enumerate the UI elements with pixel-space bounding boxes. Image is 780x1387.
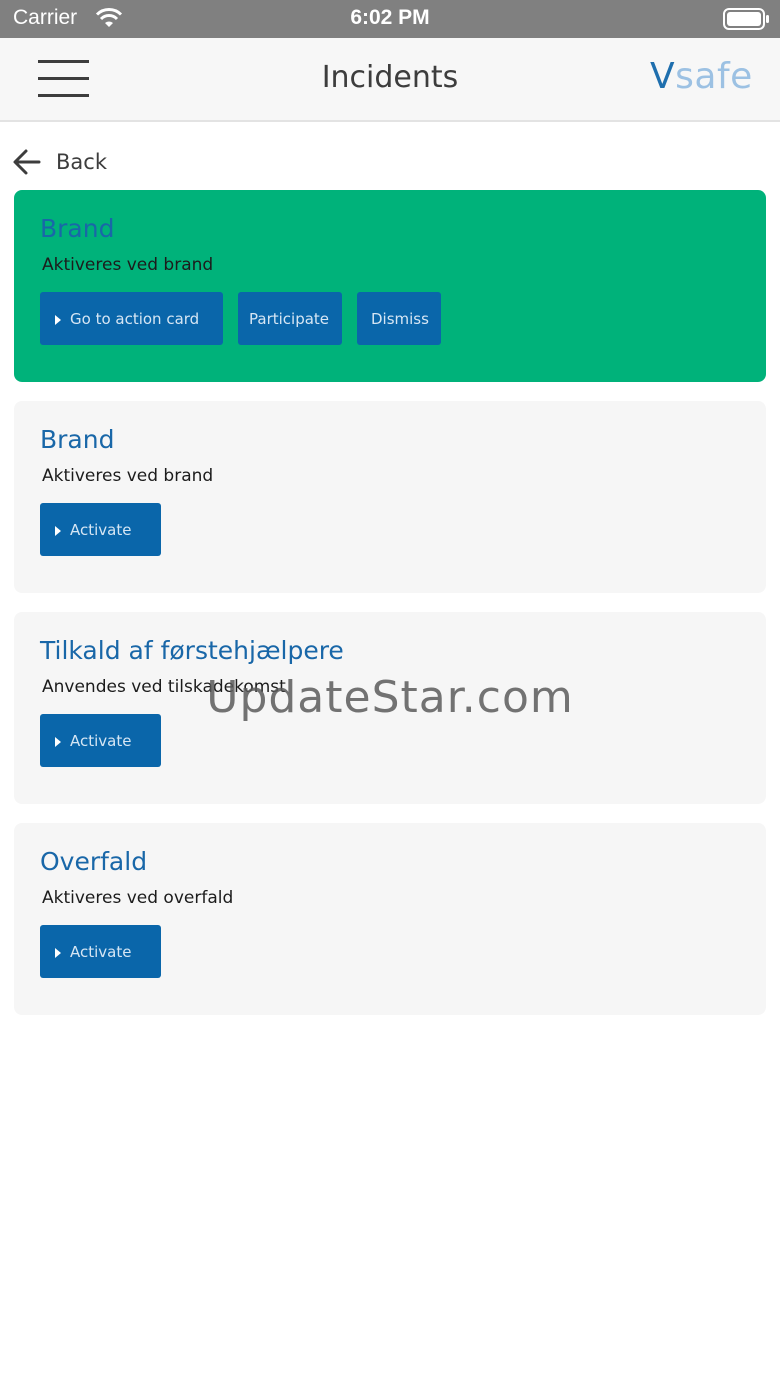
caret-right-icon (55, 526, 61, 536)
caret-right-icon (55, 948, 61, 958)
button-label: Activate (70, 731, 132, 750)
activate-button[interactable]: Activate (40, 503, 161, 556)
back-button[interactable]: Back (12, 144, 107, 180)
status-bar: Carrier 6:02 PM (0, 0, 780, 38)
button-label: Go to action card (70, 309, 200, 328)
app-header: Incidents Vsafe (0, 38, 780, 122)
button-label: Participate (249, 309, 330, 328)
incident-title: Brand (40, 425, 115, 454)
incident-description: Aktiveres ved overfald (42, 888, 234, 908)
caret-right-icon (55, 315, 61, 325)
incident-card-active: Brand Aktiveres ved brand Go to action c… (14, 190, 766, 382)
button-label: Activate (70, 942, 132, 961)
incident-description: Aktiveres ved brand (42, 255, 214, 275)
incident-card: Brand Aktiveres ved brand Activate (14, 401, 766, 593)
logo-text: safe (675, 56, 753, 97)
incident-card: Overfald Aktiveres ved overfald Activate (14, 823, 766, 1015)
activate-button[interactable]: Activate (40, 925, 161, 978)
button-label: Activate (70, 520, 132, 539)
button-label: Dismiss (371, 309, 429, 328)
vsafe-logo: Vsafe (650, 56, 753, 97)
incident-description: Aktiveres ved brand (42, 466, 214, 486)
battery-icon (723, 8, 769, 30)
incident-title: Overfald (40, 847, 148, 876)
arrow-left-icon (13, 149, 41, 175)
hamburger-menu-icon[interactable] (38, 60, 90, 98)
activate-button[interactable]: Activate (40, 714, 161, 767)
incident-card: Tilkald af førstehjælpere Anvendes ved t… (14, 612, 766, 804)
back-label: Back (56, 150, 107, 174)
caret-right-icon (55, 737, 61, 747)
incident-title: Brand (40, 214, 115, 243)
incident-title: Tilkald af førstehjælpere (40, 636, 344, 665)
status-time: 6:02 PM (350, 6, 430, 29)
logo-letter: V (650, 56, 676, 97)
dismiss-button[interactable]: Dismiss (357, 292, 441, 345)
participate-button[interactable]: Participate (238, 292, 342, 345)
go-to-action-card-button[interactable]: Go to action card (40, 292, 223, 345)
incident-description: Anvendes ved tilskadekomst (42, 677, 286, 697)
